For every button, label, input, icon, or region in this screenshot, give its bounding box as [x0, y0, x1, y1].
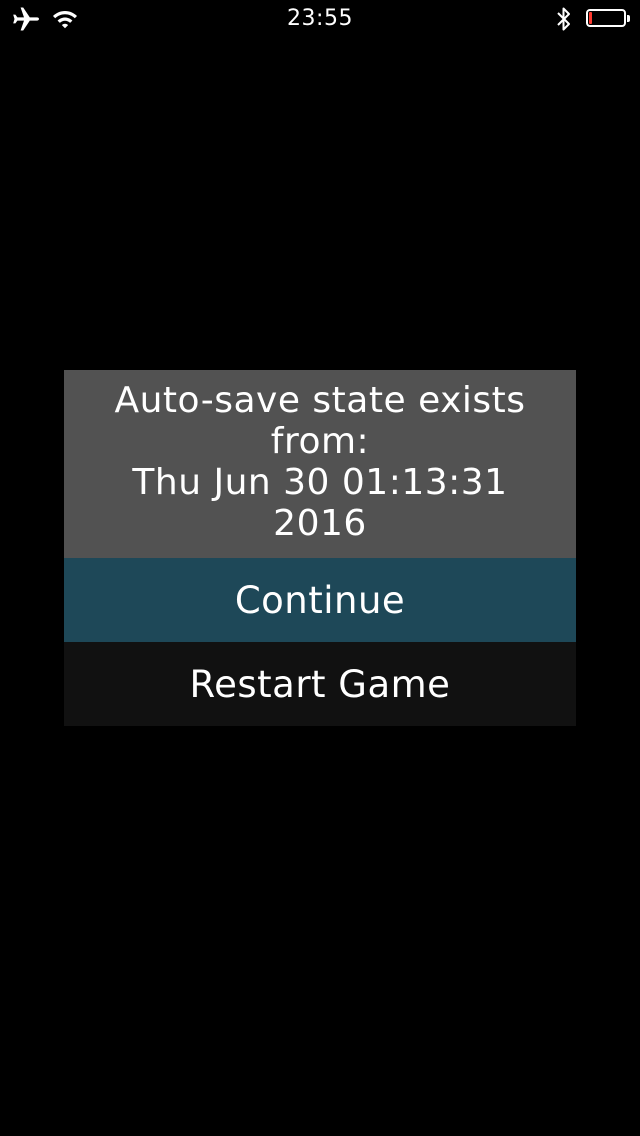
battery-tip — [627, 15, 630, 22]
bluetooth-icon — [556, 6, 572, 32]
battery-icon — [586, 9, 630, 29]
auto-save-dialog: Auto-save state exists from: Thu Jun 30 … — [64, 370, 576, 726]
status-right-group — [556, 6, 630, 32]
status-time: 23:55 — [287, 6, 353, 31]
restart-game-button[interactable]: Restart Game — [64, 642, 576, 726]
battery-fill — [589, 12, 592, 24]
dialog-message-panel: Auto-save state exists from: Thu Jun 30 … — [64, 370, 576, 558]
dialog-message: Auto-save state exists from: Thu Jun 30 … — [114, 380, 526, 544]
status-bar: 23:55 — [0, 0, 640, 40]
continue-button[interactable]: Continue — [64, 558, 576, 642]
battery-body — [586, 9, 626, 27]
